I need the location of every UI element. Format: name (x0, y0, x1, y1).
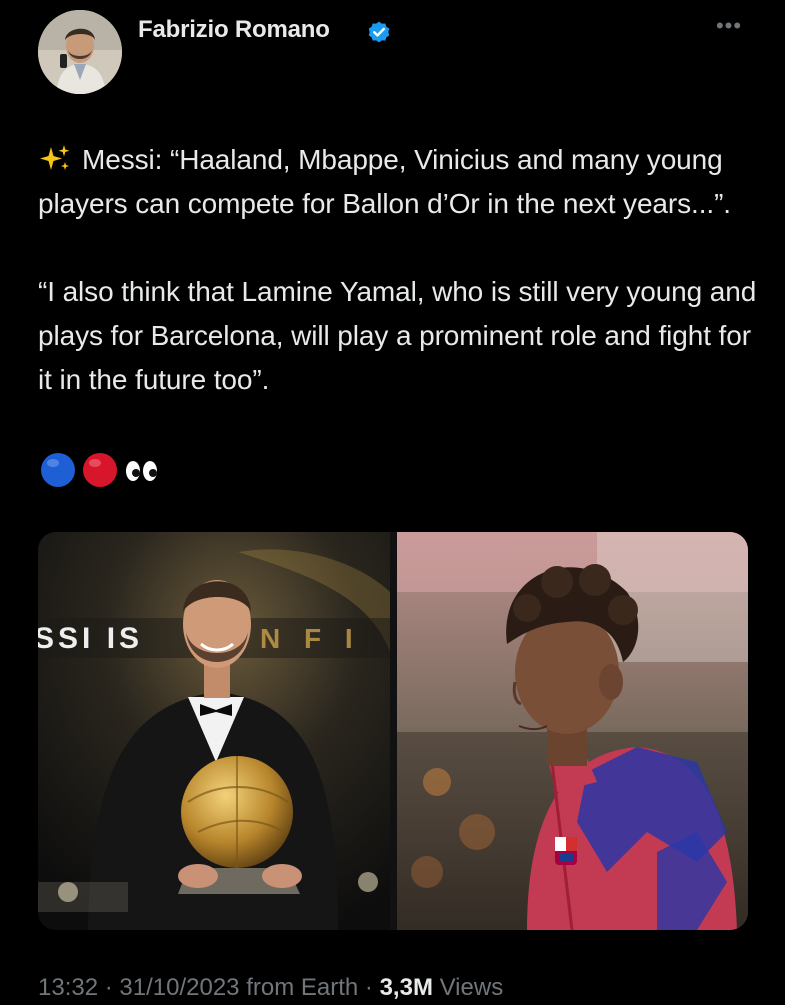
photo-messi[interactable]: SSI IS N F I (38, 532, 390, 930)
eyes-icon (126, 461, 157, 481)
avatar[interactable] (38, 10, 122, 94)
sparkles-icon (40, 145, 70, 170)
tweet-meta: 13:32 · 31/10/2023 from Earth · 3,3M Vie… (38, 974, 503, 1002)
red-circle-icon (83, 453, 117, 487)
emoji-row (40, 452, 172, 488)
tweet-source: from Earth (246, 974, 359, 1001)
tweet-paragraph-2: “I also think that Lamine Yamal, who is … (38, 276, 764, 395)
meta-separator: · (364, 974, 380, 1001)
views-count[interactable]: 3,3M (380, 974, 433, 1001)
profile-photo-icon (38, 10, 122, 94)
views-label: Views (439, 974, 504, 1001)
photo-yamal[interactable] (397, 532, 748, 930)
banner-text-2: N F I (260, 623, 361, 654)
yamal-barcelona-image (397, 532, 748, 930)
more-options-button[interactable]: ••• (712, 15, 746, 37)
blue-circle-icon (41, 453, 75, 487)
tweet-date[interactable]: 31/10/2023 (119, 974, 239, 1001)
verified-badge-icon (368, 21, 390, 43)
author-name[interactable]: Fabrizio Romano (138, 16, 330, 44)
tweet-text: Messi: “Haaland, Mbappe, Vinicius and ma… (38, 138, 758, 402)
messi-ballon-dor-image: SSI IS N F I (38, 532, 390, 930)
banner-text: SSI IS (38, 622, 143, 655)
tweet-paragraph-1-text: Messi: “Haaland, Mbappe, Vinicius and ma… (38, 144, 731, 219)
tweet-time[interactable]: 13:32 (38, 974, 98, 1001)
media-grid[interactable]: SSI IS N F I (38, 532, 748, 930)
meta-separator: · (104, 974, 120, 1001)
tweet-paragraph-1: Messi: “Haaland, Mbappe, Vinicius and ma… (38, 138, 758, 226)
